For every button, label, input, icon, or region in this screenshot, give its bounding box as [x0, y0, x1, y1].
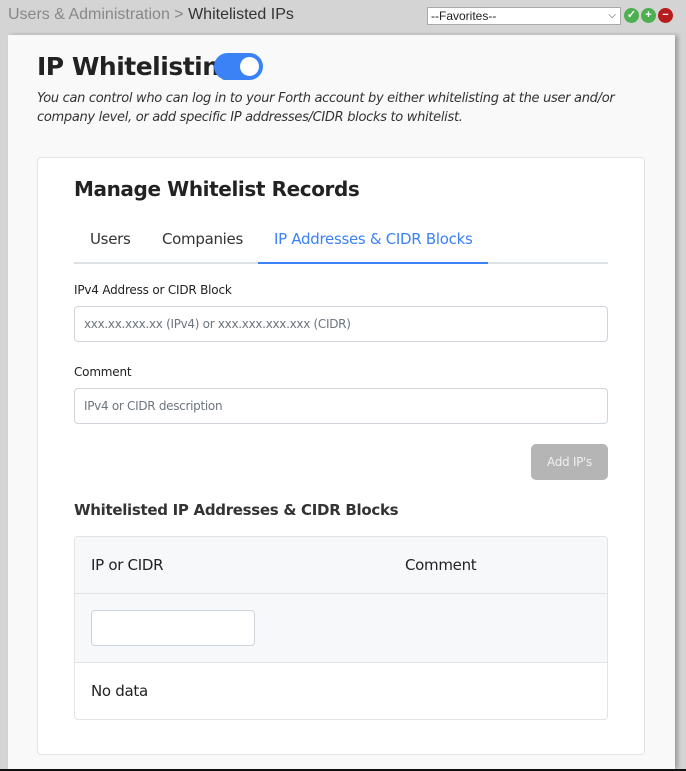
- main-panel: IP Whitelisting You can control who can …: [8, 35, 675, 769]
- card-title: Manage Whitelist Records: [74, 177, 360, 201]
- tab-bar: Users Companies IP Addresses & CIDR Bloc…: [74, 220, 608, 264]
- ip-address-input[interactable]: [74, 306, 608, 342]
- ip-filter-input[interactable]: [91, 610, 255, 646]
- column-header-comment[interactable]: Comment: [405, 556, 477, 574]
- favorites-select[interactable]: --Favorites-- ⌵: [427, 7, 621, 25]
- column-header-ip[interactable]: IP or CIDR: [91, 556, 164, 574]
- minus-circle-icon: −: [662, 9, 669, 21]
- comment-input[interactable]: [74, 388, 608, 424]
- breadcrumb: Users & Administration > Whitelisted IPs: [8, 6, 294, 24]
- favorites-selected-value: --Favorites--: [431, 9, 497, 23]
- manage-whitelist-card: Manage Whitelist Records Users Companies…: [37, 157, 645, 755]
- ip-field-label: IPv4 Address or CIDR Block: [74, 283, 232, 297]
- tab-users[interactable]: Users: [90, 220, 131, 264]
- table-filter-row: [75, 594, 607, 663]
- check-circle-icon: ✓: [626, 9, 637, 21]
- page-title: IP Whitelisting: [37, 52, 237, 81]
- whitelisted-table-title: Whitelisted IP Addresses & CIDR Blocks: [74, 501, 399, 519]
- add-ips-button[interactable]: Add IP's: [531, 444, 608, 480]
- remove-favorite-button[interactable]: −: [658, 8, 673, 23]
- confirm-favorite-button[interactable]: ✓: [624, 8, 639, 23]
- tab-companies[interactable]: Companies: [162, 220, 243, 264]
- whitelisted-ips-table: IP or CIDR Comment No data: [74, 536, 608, 720]
- breadcrumb-separator: >: [169, 6, 189, 23]
- tab-ip-addresses[interactable]: IP Addresses & CIDR Blocks: [258, 220, 488, 264]
- breadcrumb-current: Whitelisted IPs: [188, 6, 294, 23]
- top-bar: Users & Administration > Whitelisted IPs…: [0, 0, 686, 32]
- toggle-knob: [240, 57, 259, 76]
- comment-field-label: Comment: [74, 365, 132, 379]
- empty-state-text: No data: [91, 682, 148, 700]
- add-favorite-button[interactable]: +: [641, 8, 656, 23]
- table-header: IP or CIDR Comment: [75, 537, 607, 594]
- breadcrumb-parent[interactable]: Users & Administration: [8, 6, 170, 23]
- page-description: You can control who can log in to your F…: [37, 91, 615, 125]
- ip-whitelisting-toggle[interactable]: [214, 53, 263, 80]
- plus-circle-icon: +: [645, 9, 652, 21]
- chevron-down-icon: ⌵: [608, 10, 616, 21]
